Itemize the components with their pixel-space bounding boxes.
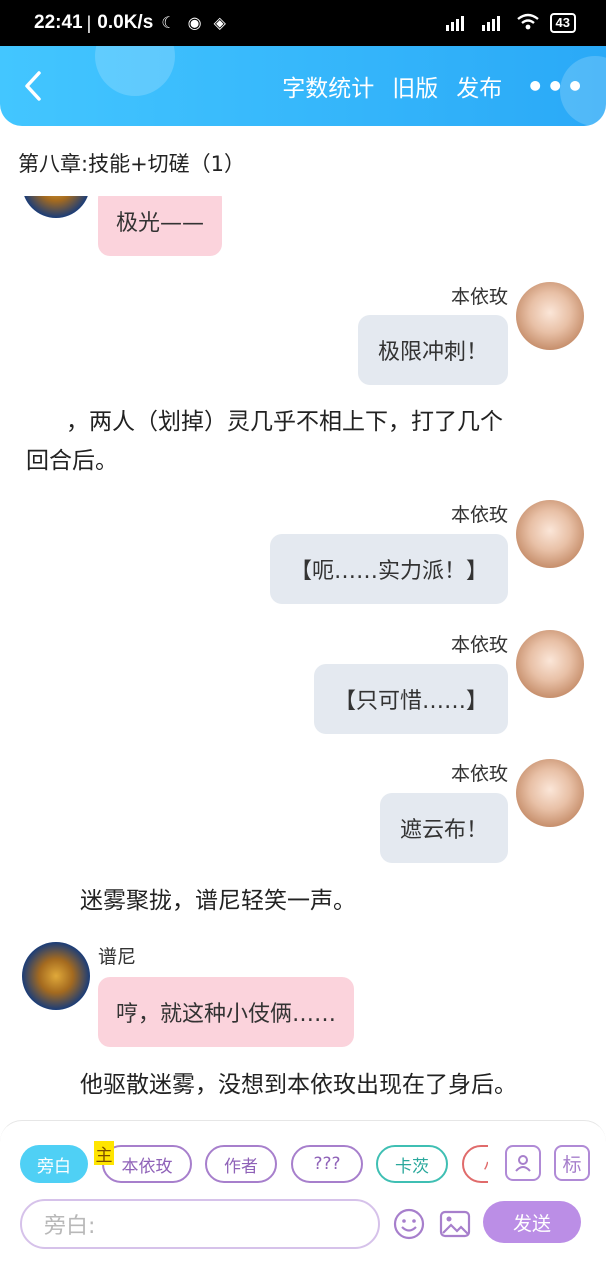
speaker-name: 本依玫 [450,286,508,308]
send-button[interactable]: 发送 [483,1201,581,1243]
status-right: 43 [444,13,576,34]
avatar-puni[interactable] [22,942,90,1010]
message-text: 极光—— [116,211,205,236]
emoji-button[interactable] [390,1205,428,1243]
chapter-title: 第八章:技能+切磋（1） [18,152,246,176]
editor-header: 字数统计 旧版 发布 ••• [0,46,606,126]
speaker-name: 本依玫 [450,634,508,656]
message-text: 【只可惜……】 [333,689,488,714]
message-bubble[interactable]: 【只可惜……】 [313,664,508,734]
message-bubble[interactable]: 极限冲刺！ [357,315,508,385]
more-options-button[interactable]: ••• [526,70,586,103]
narration-text[interactable]: ，两人（划掉）灵几乎不相上下，打了几个 [66,403,503,441]
chat-content[interactable]: 极光—— 本依玫 极限冲刺！ ，两人（划掉）灵几乎不相上下，打了几个 回合后。 … [0,126,606,1120]
message-text: 【呃……实力派！】 [289,559,488,584]
role-chip-narration[interactable]: 旁白 [20,1145,88,1183]
wifi-icon [516,13,540,34]
back-button[interactable] [22,66,52,106]
avatar-benyimei[interactable] [516,500,584,568]
image-icon [439,1210,471,1238]
message-bubble[interactable]: 极光—— [98,186,223,256]
role-chip-author[interactable]: 作者 [205,1145,277,1183]
app-icon-2: ◈ [213,15,226,32]
avatar-benyimei[interactable] [516,282,584,350]
narration-text[interactable]: 迷雾聚拢，谱尼轻笑一声。 [80,882,356,920]
status-divider: | [86,12,92,33]
tag-button[interactable]: 标 [554,1145,590,1181]
avatar-benyimei[interactable] [516,759,584,827]
header-decor [95,46,175,96]
word-count-button[interactable]: 字数统计 [282,69,374,103]
status-time: 22:41 [34,12,83,33]
role-manage-button[interactable] [505,1145,541,1181]
composer-panel: 旁白 本依玫 主 作者 ??? 卡茨 小 标 旁白: 发送 [0,1120,606,1280]
message-bubble[interactable]: 【呃……实力派！】 [269,534,508,604]
emoji-icon [393,1208,425,1240]
status-bar: 22:41 | 0.0K/s ☾ ◉ ◈ 43 [0,0,606,46]
speaker-name: 谱尼 [98,946,137,968]
status-speed: 0.0K/s [97,12,154,33]
role-chip-kaci[interactable]: 卡茨 [376,1145,448,1183]
old-version-button[interactable]: 旧版 [392,69,438,103]
moon-icon: ☾ [161,15,176,32]
message-bubble[interactable]: 遮云布！ [379,793,508,863]
back-arrow-icon [25,71,41,101]
role-chip-benyimei[interactable]: 本依玫 [102,1145,192,1183]
speaker-name: 本依玫 [450,763,508,785]
role-chip-unknown[interactable]: ??? [291,1145,363,1183]
role-chip-more[interactable]: 小 [462,1145,488,1183]
message-text: 遮云布！ [399,818,488,843]
message-input[interactable]: 旁白: [20,1199,380,1249]
signal-icon [444,13,470,34]
input-placeholder: 旁白: [44,1214,96,1239]
message-bubble[interactable]: 哼，就这种小伎俩…… [98,977,355,1047]
message-text: 极限冲刺！ [377,340,488,365]
message-text: 哼，就这种小伎俩…… [116,1002,337,1027]
status-notification-icons: ☾ ◉ ◈ [161,13,226,33]
main-character-tag: 主 [94,1141,114,1166]
app-icon: ◉ [187,15,202,32]
battery-indicator: 43 [549,13,576,33]
chapter-title-bar: 第八章:技能+切磋（1） [0,126,606,196]
header-actions: 字数统计 旧版 发布 ••• [282,69,586,103]
narration-text[interactable]: 回合后。 [26,442,118,480]
chip-overflow: 小 [462,1145,488,1183]
avatar-benyimei[interactable] [516,630,584,698]
narration-text[interactable]: 他驱散迷雾，没想到本依玫出现在了身后。 [80,1066,517,1104]
image-button[interactable] [436,1205,474,1243]
publish-button[interactable]: 发布 [456,69,502,103]
person-icon [515,1155,531,1172]
speaker-name: 本依玫 [450,504,508,526]
signal-icon-2 [480,13,506,34]
